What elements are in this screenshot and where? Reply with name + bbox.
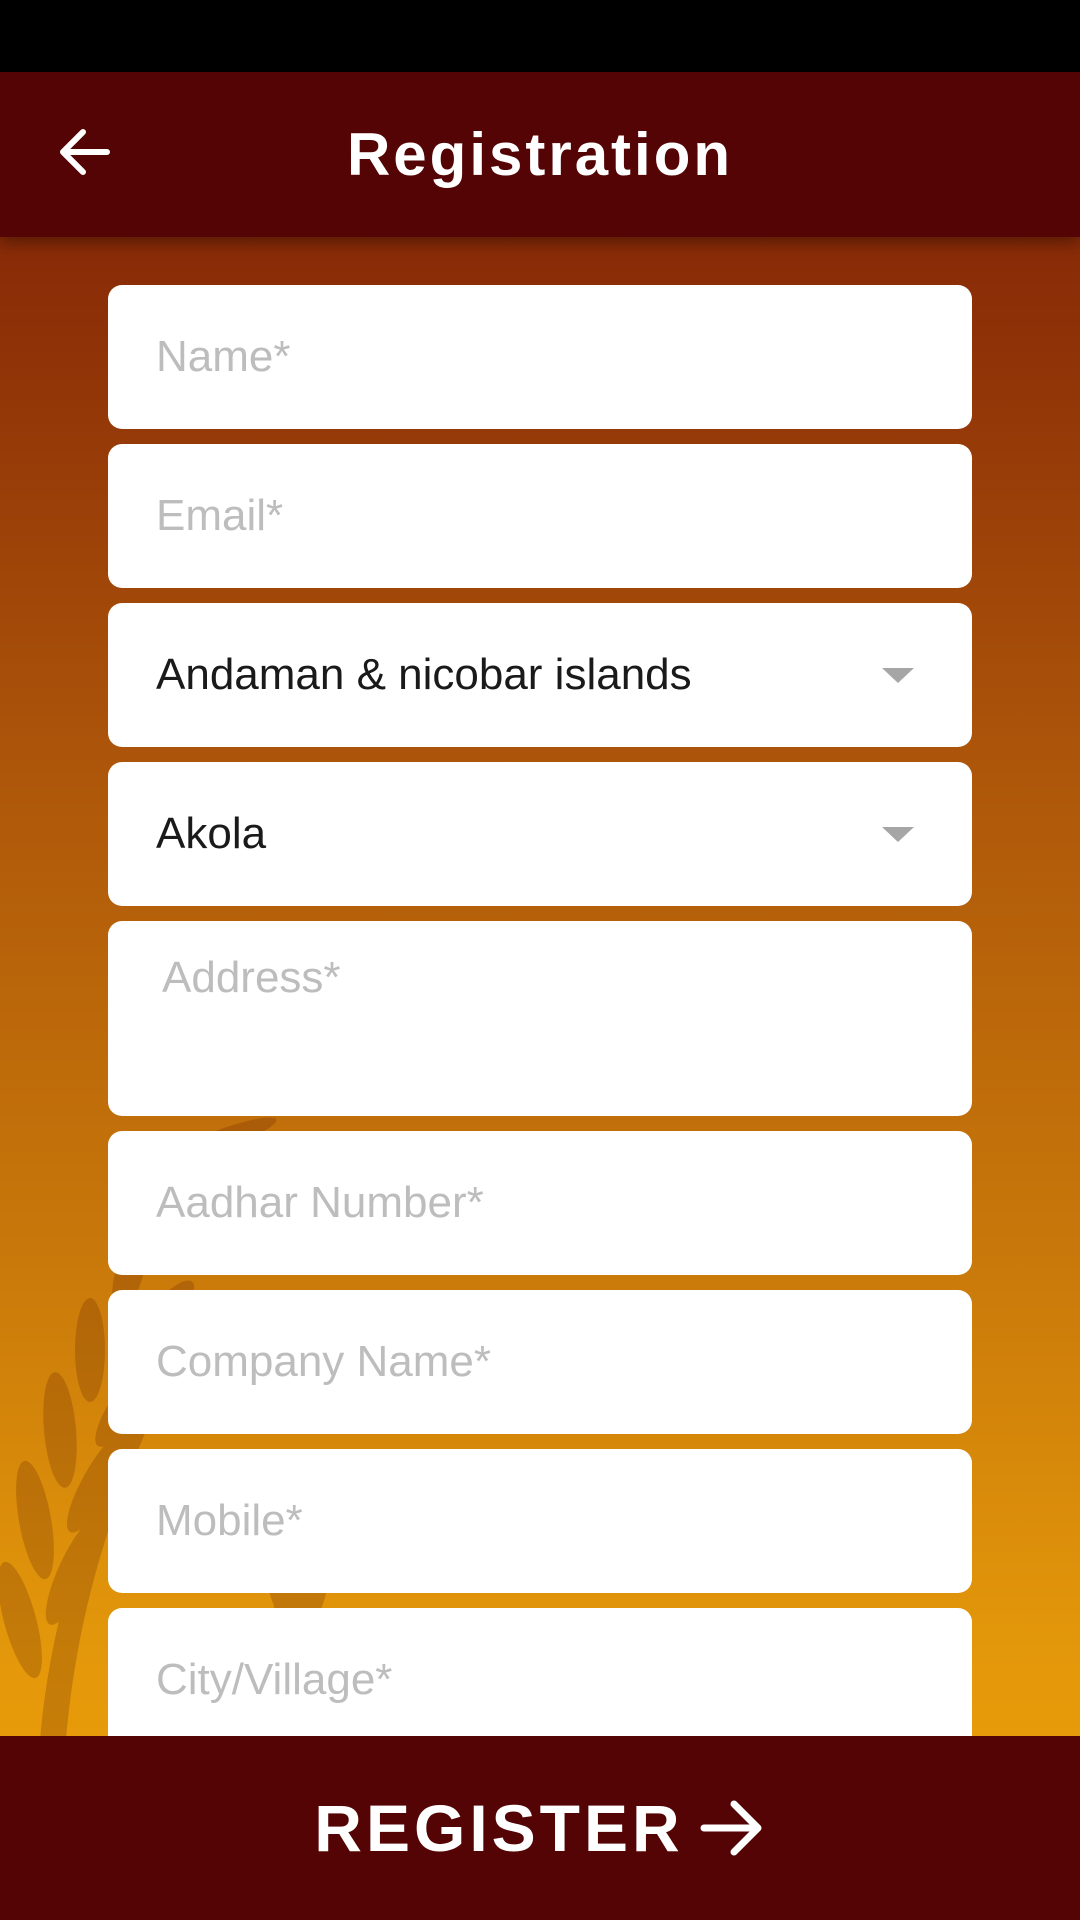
page-title: Registration — [346, 121, 734, 188]
dropdown-caret-icon — [882, 827, 914, 842]
aadhar-input[interactable] — [108, 1131, 972, 1275]
state-selected-value: Andaman & nicobar islands — [156, 650, 692, 699]
mobile-field-container — [108, 1449, 972, 1593]
address-input[interactable] — [108, 921, 972, 1116]
dropdown-caret-icon — [882, 668, 914, 683]
register-label: REGISTER — [314, 1791, 684, 1865]
email-input[interactable] — [108, 444, 972, 588]
company-field-container — [108, 1290, 972, 1434]
city-field-container — [108, 1608, 972, 1752]
aadhar-field-container — [108, 1131, 972, 1275]
district-dropdown[interactable]: Akola — [108, 762, 972, 906]
register-button[interactable]: REGISTER — [0, 1736, 1080, 1920]
app-bar: Registration — [0, 72, 1080, 237]
email-field-container — [108, 444, 972, 588]
status-bar — [0, 0, 1080, 72]
name-field-container — [108, 285, 972, 429]
arrow-right-icon — [700, 1798, 766, 1858]
state-dropdown[interactable]: Andaman & nicobar islands — [108, 603, 972, 747]
arrow-left-icon — [60, 129, 110, 175]
registration-screen: Registration Andama — [0, 0, 1080, 1920]
district-selected-value: Akola — [156, 809, 267, 858]
city-village-input[interactable] — [108, 1608, 972, 1752]
registration-form: Andaman & nicobar islands Akola — [108, 285, 972, 1767]
address-field-container — [108, 921, 972, 1116]
name-input[interactable] — [108, 285, 972, 429]
mobile-input[interactable] — [108, 1449, 972, 1593]
company-name-input[interactable] — [108, 1290, 972, 1434]
back-button[interactable] — [44, 112, 124, 192]
